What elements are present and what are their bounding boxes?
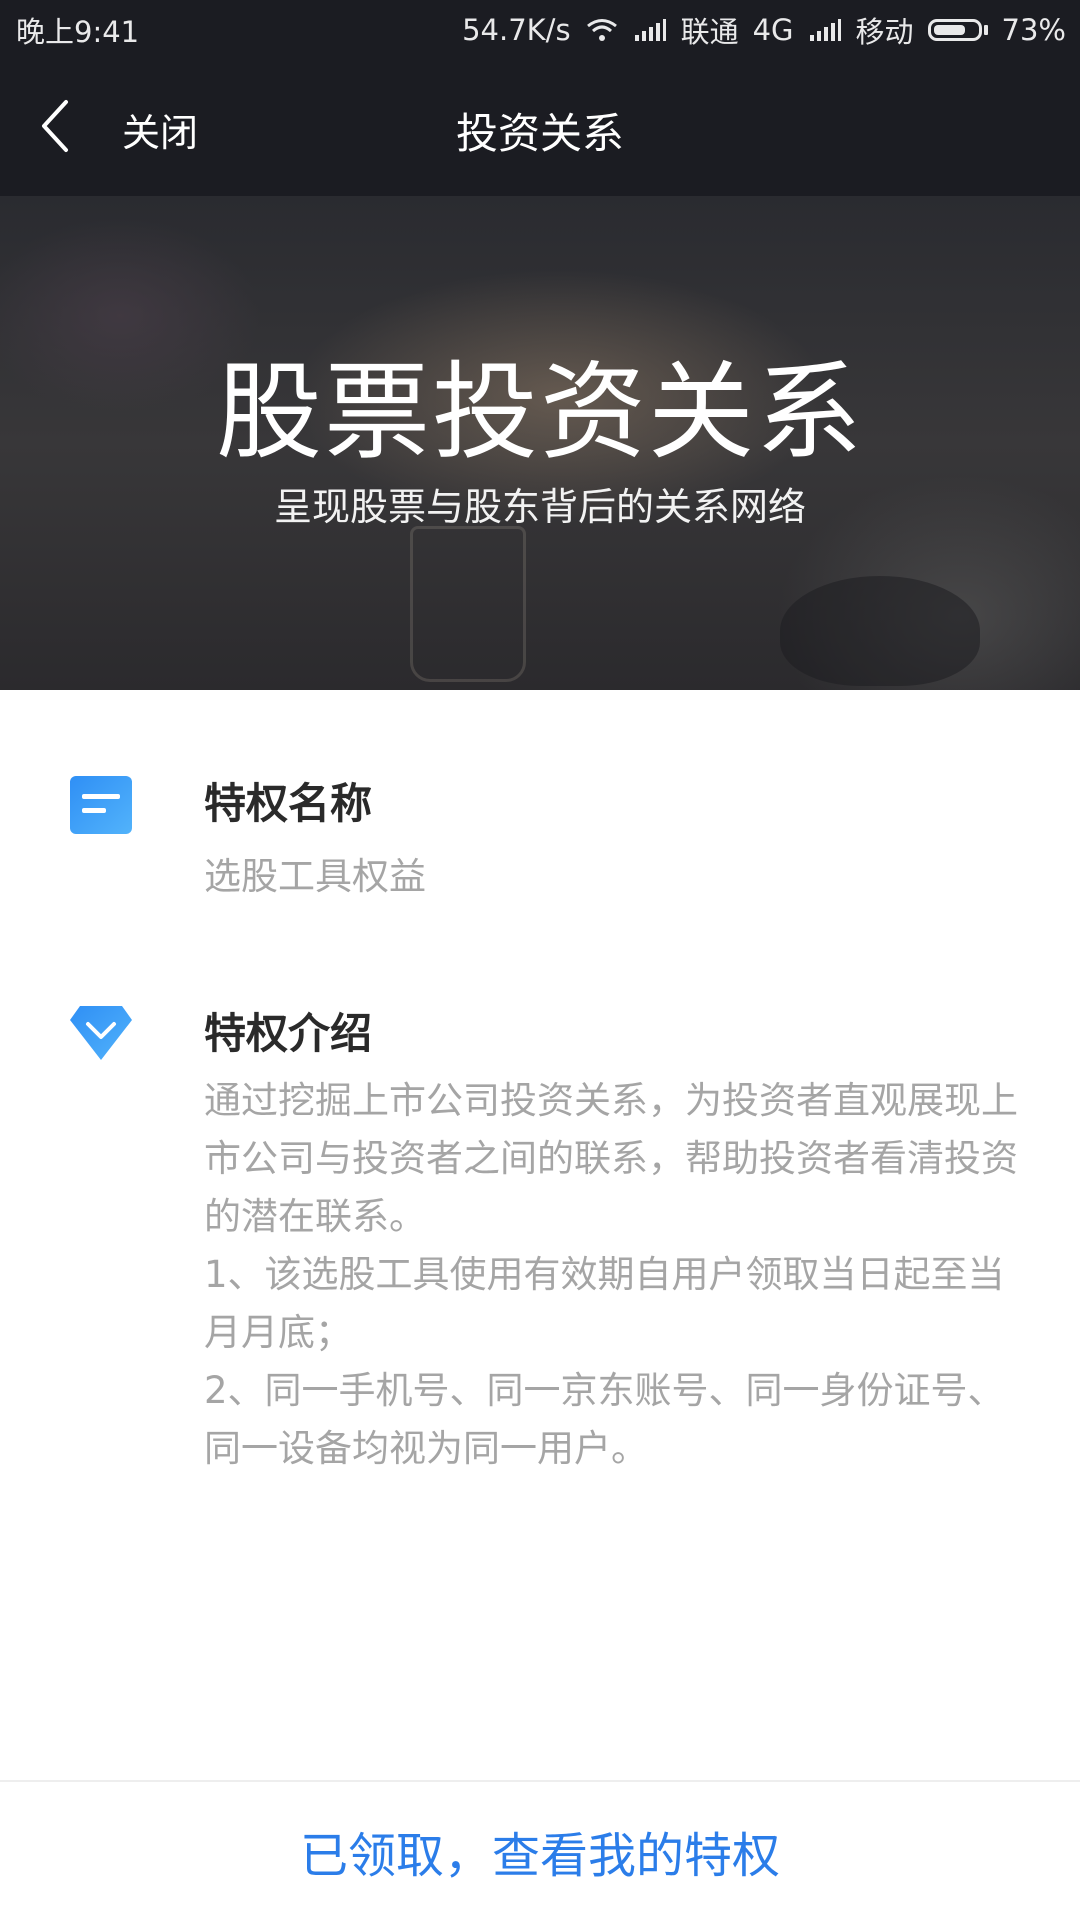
hero-subtitle: 呈现股票与股东背后的关系网络: [273, 485, 806, 529]
document-icon: [70, 776, 132, 834]
signal-icon: [634, 19, 666, 41]
privilege-name-value: 选股工具权益: [204, 855, 426, 898]
status-time: 晚上9:41: [16, 15, 140, 49]
carrier-2: 移动: [855, 15, 914, 49]
wifi-icon: [586, 19, 617, 41]
hero-background-cup: [410, 526, 526, 682]
battery-percent: 73%: [1001, 13, 1066, 47]
battery-icon: [927, 19, 988, 41]
status-bar: 晚上9:41 54.7K/s 联通 4G 移动 73%: [0, 0, 1080, 56]
network-speed: 54.7K/s: [462, 13, 571, 47]
intro-paragraph: 通过挖掘上市公司投资关系，为投资者直观展现上市公司与投资者之间的联系，帮助投资者…: [204, 1079, 1018, 1238]
privilege-intro-text: 通过挖掘上市公司投资关系，为投资者直观展现上市公司与投资者之间的联系，帮助投资者…: [204, 1072, 1024, 1478]
carrier-1: 联通: [680, 15, 739, 49]
status-right: 54.7K/s 联通 4G 移动 73%: [462, 9, 1066, 51]
intro-rule-1: 1、该选股工具使用有效期自用户领取当日起至当月月底；: [204, 1253, 1005, 1354]
nav-bar: 关闭 投资关系: [0, 56, 1080, 196]
view-my-privileges-button[interactable]: 已领取，查看我的特权: [0, 1782, 1080, 1920]
hero-background-bowl: [780, 576, 980, 686]
hero-banner: 股票投资关系 呈现股票与股东背后的关系网络: [0, 196, 1080, 690]
hero-title: 股票投资关系: [216, 351, 864, 474]
network-type: 4G: [752, 13, 794, 47]
privilege-intro-title: 特权介绍: [204, 1009, 373, 1058]
signal-icon: [809, 19, 841, 41]
intro-rule-2: 2、同一手机号、同一京东账号、同一身份证号、同一设备均视为同一用户。: [204, 1369, 1005, 1470]
privilege-name-title: 特权名称: [204, 779, 373, 828]
diamond-icon: [70, 1006, 132, 1060]
page-title: 投资关系: [455, 109, 624, 158]
